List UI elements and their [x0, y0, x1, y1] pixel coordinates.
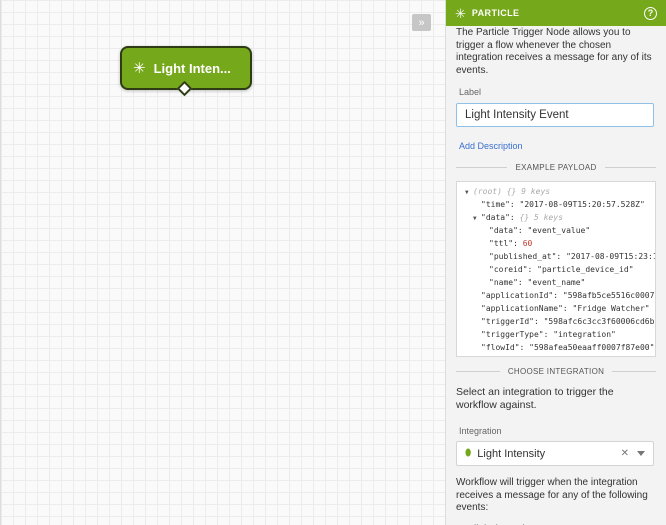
payload-value: {} 9 keys — [501, 187, 551, 196]
double-chevron-right-icon: » — [418, 16, 425, 29]
payload-key: "data": — [481, 213, 515, 222]
expand-toggle-icon[interactable]: ▼ — [465, 186, 473, 199]
payload-line: "ttl": 60 — [461, 237, 651, 250]
label-input[interactable]: Light Intensity Event — [456, 103, 654, 127]
payload-key: "time": — [481, 200, 515, 209]
clear-icon[interactable]: ✕ — [621, 448, 629, 459]
payload-value: {} 5 keys — [514, 213, 563, 222]
choose-integration-divider: CHOOSE INTEGRATION — [456, 367, 656, 376]
payload-key: "data": — [489, 226, 523, 235]
choose-integration-title: CHOOSE INTEGRATION — [507, 367, 605, 376]
integration-value: Light Intensity — [477, 447, 546, 460]
payload-key: "applicationName": — [481, 304, 568, 313]
select-integration-text: Select an integration to trigger the wor… — [456, 386, 614, 411]
workflow-canvas[interactable]: » ✳ Light Inten... — [0, 0, 445, 525]
panel-title: PARTICLE — [471, 8, 520, 18]
payload-line: "applicationId": "598afb5ce5516c0007 — [461, 289, 655, 302]
payload-value: "event_value" — [522, 226, 591, 235]
payload-line: "time": "2017-08-09T15:20:57.528Z" — [461, 198, 651, 211]
payload-value: "598afc6c3cc3f60006cd6b — [538, 317, 655, 326]
help-icon[interactable]: ? — [644, 6, 657, 20]
particle-icon: ✳ — [133, 59, 146, 77]
integration-caption: Integration — [459, 426, 502, 436]
payload-key: "applicationId": — [481, 291, 559, 300]
expand-toggle-icon[interactable]: ▼ — [473, 212, 481, 225]
payload-value: "event_name" — [522, 278, 586, 287]
payload-line: "applicationName": "Fridge Watcher" — [461, 302, 651, 315]
payload-value: "598afea50eaaff0007f87e00" — [524, 343, 655, 352]
node-settings-panel: ✳ PARTICLE ? The Particle Trigger Node a… — [445, 0, 666, 525]
panel-header: ✳ PARTICLE ? — [446, 0, 666, 26]
caret-down-icon[interactable] — [637, 451, 645, 456]
payload-line: "flowName": "Fridge Data Processing" — [461, 354, 654, 357]
label-caption: Label — [459, 87, 482, 97]
payload-value: "Fridge Data Processing" — [534, 356, 654, 357]
node-description: The Particle Trigger Node allows you to … — [456, 27, 652, 76]
payload-key: "coreid": — [489, 265, 533, 274]
payload-line: "flowId": "598afea50eaaff0007f87e00" — [461, 341, 655, 354]
payload-value: "598afb5ce5516c0007 — [558, 291, 655, 300]
payload-line: "triggerType": "integration" — [461, 328, 651, 341]
payload-line[interactable]: ▼ (root) {} 9 keys — [461, 185, 651, 198]
payload-value: "integration" — [548, 330, 616, 339]
payload-line[interactable]: ▼ "data": {} 5 keys — [461, 211, 651, 224]
payload-line: "triggerId": "598afc6c3cc3f60006cd6b — [461, 315, 654, 328]
example-payload-viewer[interactable]: ▼ (root) {} 9 keys "time": "2017-08-09T15:… — [456, 181, 656, 357]
payload-value: "particle_device_id" — [532, 265, 634, 274]
payload-line: "published_at": "2017-08-09T15:23:1 — [461, 250, 655, 263]
example-payload-divider: EXAMPLE PAYLOAD — [456, 163, 656, 172]
particle-icon: ✳ — [455, 5, 466, 21]
add-description-link[interactable]: Add Description — [459, 141, 656, 151]
payload-value: "Fridge Watcher" — [567, 304, 650, 313]
payload-value: "2017-08-09T15:23:1 — [561, 252, 656, 261]
integration-select[interactable]: ⬮ Light Intensity ✕ — [456, 441, 654, 466]
payload-key: "name": — [489, 278, 523, 287]
pin-icon: ⬮ — [465, 448, 472, 459]
payload-key: "published_at": — [489, 252, 562, 261]
trigger-events-text: Workflow will trigger when the integrati… — [456, 477, 648, 513]
payload-line: "data": "event_value" — [461, 224, 651, 237]
payload-key: "ttl": — [489, 239, 518, 248]
node-label: Light Inten... — [153, 60, 231, 76]
payload-key: (root) — [473, 187, 502, 196]
payload-key: "flowId": — [481, 343, 525, 352]
payload-line: "coreid": "particle_device_id" — [461, 263, 651, 276]
payload-value: 60 — [517, 239, 533, 248]
example-payload-title: EXAMPLE PAYLOAD — [515, 163, 597, 172]
collapse-panel-button[interactable]: » — [412, 14, 431, 31]
payload-key: "triggerType": — [481, 330, 549, 339]
payload-line: "name": "event_name" — [461, 276, 651, 289]
payload-key: "triggerId": — [481, 317, 539, 326]
payload-value: "2017-08-09T15:20:57.528Z" — [514, 200, 645, 209]
payload-key: "flowName": — [481, 356, 534, 357]
